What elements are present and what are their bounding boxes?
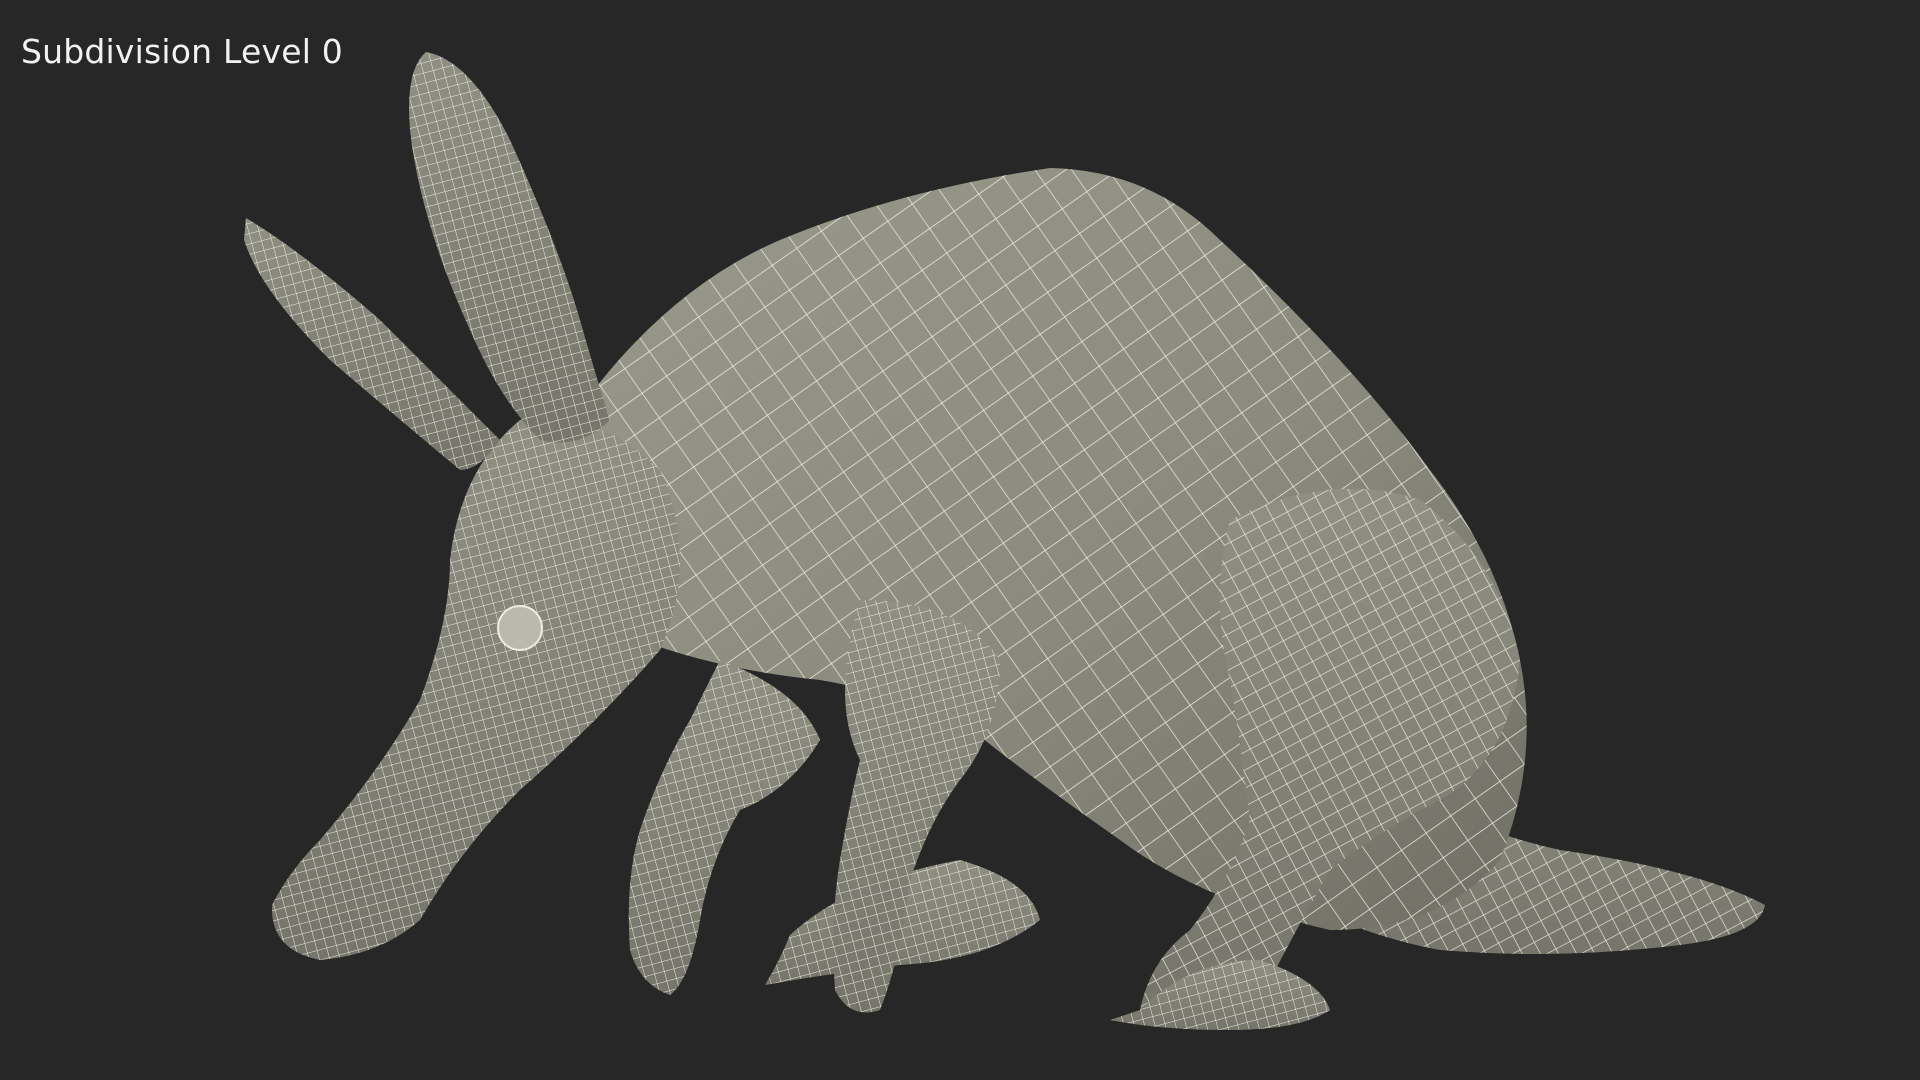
render-viewport: Subdivision Level 0 <box>0 0 1920 1080</box>
eye <box>497 605 543 651</box>
aardvark-wireframe-model <box>244 52 1765 1030</box>
head-snout <box>271 418 680 961</box>
hind-foot-near <box>1110 960 1330 1030</box>
subdivision-level-label: Subdivision Level 0 <box>21 32 343 71</box>
